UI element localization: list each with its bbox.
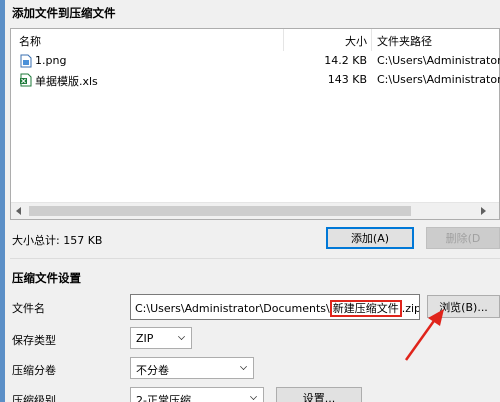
file-name: 1.png bbox=[35, 54, 67, 67]
chevron-down-icon bbox=[250, 393, 257, 400]
scrollbar-thumb[interactable] bbox=[29, 206, 411, 216]
horizontal-scrollbar[interactable] bbox=[11, 202, 499, 219]
split-volume-dropdown[interactable]: 不分卷 bbox=[130, 357, 254, 379]
add-button[interactable]: 添加(A) bbox=[326, 227, 414, 249]
column-header-name[interactable]: 名称 bbox=[19, 33, 41, 49]
split-volume-label: 压缩分卷 bbox=[12, 364, 56, 377]
filename-path-prefix: C:\Users\Administrator\Documents\ bbox=[135, 302, 330, 315]
filename-input[interactable]: C:\Users\Administrator\Documents\ 新建压缩文件.… bbox=[130, 294, 420, 320]
split-volume-value: 不分卷 bbox=[136, 364, 169, 377]
file-path: C:\Users\Administrator\ bbox=[377, 73, 500, 86]
scroll-right-icon[interactable] bbox=[481, 207, 486, 215]
scroll-left-icon[interactable] bbox=[16, 207, 21, 215]
file-row[interactable]: 1.png 14.2 KB C:\Users\Administrator\ bbox=[11, 52, 500, 70]
filename-label: 文件名 bbox=[12, 302, 45, 315]
file-size: 14.2 KB bbox=[324, 54, 367, 67]
compress-settings-title: 压缩文件设置 bbox=[12, 271, 81, 285]
add-files-section-title: 添加文件到压缩文件 bbox=[12, 6, 116, 20]
chevron-down-icon bbox=[240, 363, 247, 370]
filename-highlight-box: 新建压缩文件 bbox=[329, 300, 402, 317]
annotation-arrow-icon bbox=[404, 309, 444, 361]
excel-file-icon bbox=[20, 73, 32, 87]
save-type-value: ZIP bbox=[136, 332, 154, 345]
file-list[interactable]: 名称 大小 文件夹路径 1.png 14.2 KB C:\Users\Admin… bbox=[10, 28, 500, 220]
column-separator bbox=[371, 29, 372, 51]
file-row[interactable]: 单据模版.xls 143 KB C:\Users\Administrator\ bbox=[11, 71, 500, 89]
compression-level-label: 压缩级别 bbox=[12, 394, 56, 402]
total-size-label: 大小总计: 157 KB bbox=[12, 234, 103, 247]
file-path: C:\Users\Administrator\ bbox=[377, 54, 500, 67]
save-type-label: 保存类型 bbox=[12, 334, 56, 347]
settings-button[interactable]: 设置... bbox=[276, 387, 362, 402]
file-name: 单据模版.xls bbox=[35, 75, 98, 88]
column-header-path[interactable]: 文件夹路径 bbox=[377, 33, 432, 49]
window-left-edge bbox=[0, 0, 5, 402]
image-file-icon bbox=[20, 54, 32, 68]
chevron-down-icon bbox=[178, 333, 185, 340]
column-header-size[interactable]: 大小 bbox=[345, 33, 367, 49]
section-divider bbox=[10, 258, 500, 259]
delete-button[interactable]: 删除(D bbox=[426, 227, 500, 249]
file-list-header: 名称 大小 文件夹路径 bbox=[11, 29, 499, 51]
compression-level-dropdown[interactable]: 2-正常压缩 bbox=[130, 387, 264, 402]
save-type-dropdown[interactable]: ZIP bbox=[130, 327, 192, 349]
file-size: 143 KB bbox=[327, 73, 367, 86]
column-separator bbox=[283, 29, 284, 51]
compression-level-value: 2-正常压缩 bbox=[136, 394, 191, 402]
